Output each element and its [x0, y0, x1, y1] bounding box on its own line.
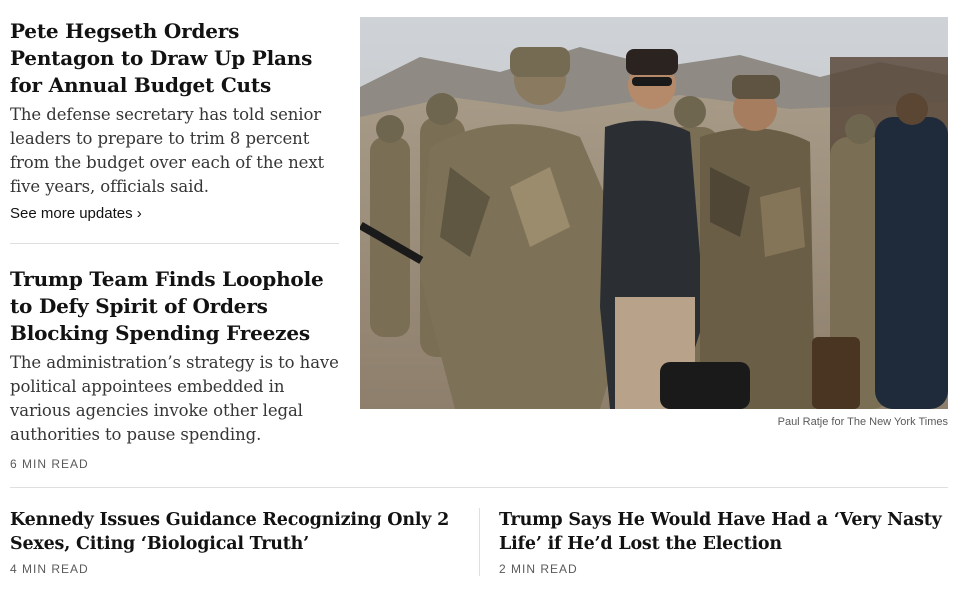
lead-summary[interactable]: The defense secretary has told senior le…	[10, 103, 340, 199]
third-headline[interactable]: Kennedy Issues Guidance Recognizing Only…	[10, 508, 465, 556]
lead-story: Pete Hegseth Orders Pentagon to Draw Up …	[10, 18, 340, 222]
section-divider	[10, 487, 948, 488]
read-time: 2 MIN READ	[499, 562, 578, 576]
fourth-story: Trump Says He Would Have Had a ‘Very Nas…	[499, 508, 954, 576]
soldiers-photo-illustration	[360, 17, 948, 409]
read-time: 4 MIN READ	[10, 562, 89, 576]
second-headline[interactable]: Trump Team Finds Loophole to Defy Spirit…	[10, 266, 345, 347]
read-time: 6 MIN READ	[10, 457, 89, 471]
see-more-updates-link[interactable]: See more updates ›	[10, 205, 340, 222]
lead-headline[interactable]: Pete Hegseth Orders Pentagon to Draw Up …	[10, 18, 340, 99]
third-story: Kennedy Issues Guidance Recognizing Only…	[10, 508, 465, 576]
second-summary[interactable]: The administration’s strategy is to have…	[10, 351, 345, 447]
divider	[10, 243, 339, 244]
second-story: Trump Team Finds Loophole to Defy Spirit…	[10, 266, 345, 471]
photo-credit: Paul Ratje for The New York Times	[777, 416, 948, 428]
column-divider	[479, 508, 480, 576]
fourth-headline[interactable]: Trump Says He Would Have Had a ‘Very Nas…	[499, 508, 954, 556]
lead-photo[interactable]	[360, 17, 948, 409]
